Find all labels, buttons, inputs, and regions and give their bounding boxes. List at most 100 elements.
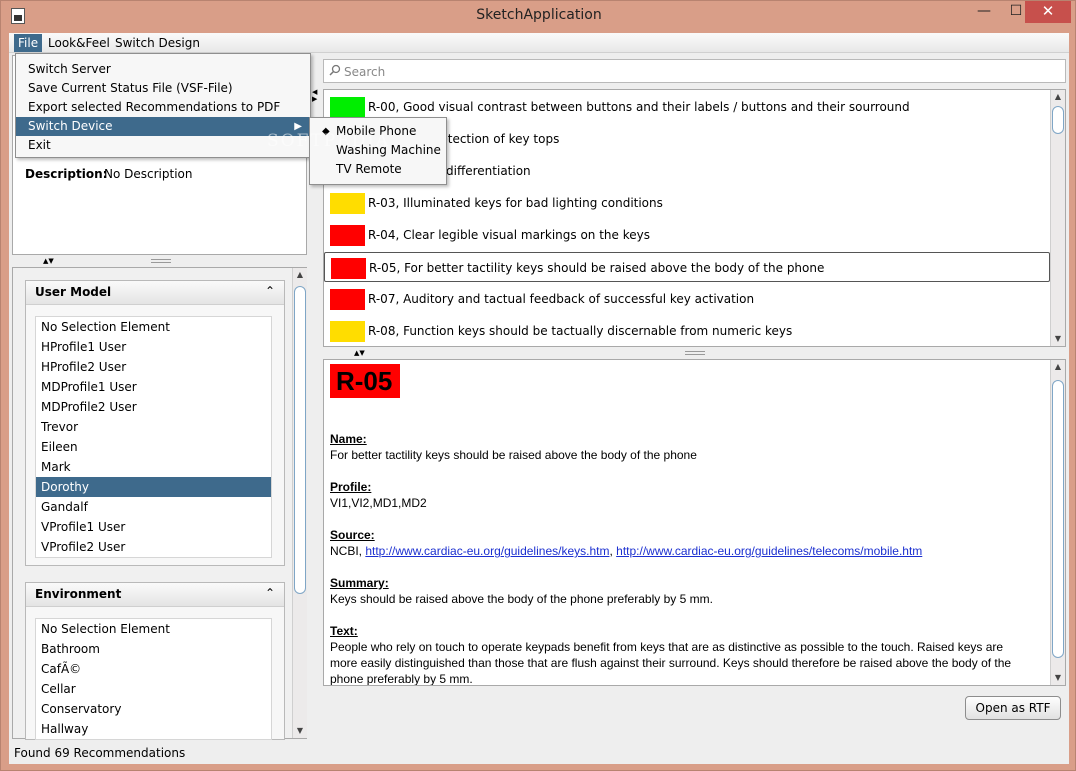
environment-header[interactable]: Environment ⌃ (26, 583, 284, 607)
close-button[interactable]: ✕ (1025, 1, 1071, 23)
left-scrollbar[interactable]: ▲ ▼ (292, 268, 307, 738)
open-rtf-button[interactable]: Open as RTF (965, 696, 1061, 720)
detail-name-label: Name: (330, 432, 367, 446)
recommendation-row[interactable]: R-03, Illuminated keys for bad lighting … (324, 188, 1050, 218)
list-item[interactable]: Dorothy (36, 477, 271, 497)
recommendation-row[interactable]: R-08, Function keys should be tactually … (324, 316, 1050, 346)
list-item[interactable]: MDProfile1 User (36, 377, 271, 397)
filter-panel: User Model ⌃ No Selection Element HProfil… (12, 267, 307, 740)
scroll-down-icon[interactable]: ▼ (1051, 671, 1065, 685)
list-item[interactable]: VProfile1 User (36, 517, 271, 537)
list-item[interactable]: HProfile1 User (36, 337, 271, 357)
list-item[interactable]: HProfile2 User (36, 357, 271, 377)
file-menu-item-label: Save Current Status File (VSF-File) (28, 81, 233, 95)
list-item[interactable]: CafÃ© (36, 659, 271, 679)
split-arrows-icon[interactable]: ▲▼ (43, 257, 54, 265)
file-menu-item[interactable]: Export selected Recommendations to PDF (16, 98, 310, 117)
description-value: No Description (104, 167, 193, 181)
device-submenu: ◆ Mobile Phone Washing Machine TV Remote (309, 117, 447, 185)
list-item[interactable]: No Selection Element (36, 317, 271, 337)
user-model-header[interactable]: User Model ⌃ (26, 281, 284, 305)
detail-text-label: Text: (330, 624, 358, 638)
detail-source: NCBI, http://www.cardiac-eu.org/guidelin… (330, 544, 923, 558)
source-link-mobile[interactable]: http://www.cardiac-eu.org/guidelines/tel… (616, 544, 922, 558)
detail-summary-label: Summary: (330, 576, 389, 590)
scroll-down-icon[interactable]: ▼ (1051, 332, 1065, 346)
file-menu-item-label: Switch Device (28, 119, 113, 133)
search-input[interactable]: Search (323, 59, 1066, 83)
file-menu-item[interactable]: Switch Server (16, 60, 310, 79)
collapse-icon[interactable]: ⌃ (265, 284, 275, 298)
recommendations-scrollbar[interactable]: ▲ ▼ (1050, 90, 1065, 346)
device-menu-item[interactable]: TV Remote (310, 160, 446, 179)
list-item[interactable]: No Selection Element (36, 619, 271, 639)
description-label: Description: (25, 167, 108, 181)
detail-summary: Keys should be raised above the body of … (330, 592, 713, 606)
detail-text-line: more easily distinguished than those tha… (330, 656, 1012, 670)
list-item[interactable]: MDProfile2 User (36, 397, 271, 417)
recommendation-label: R-07, Auditory and tactual feedback of s… (368, 292, 755, 306)
recommendation-row[interactable]: R-05, For better tactility keys should b… (324, 252, 1050, 282)
minimize-button[interactable]: — (969, 1, 999, 23)
menu-look-feel[interactable]: Look&Feel (44, 34, 114, 52)
priority-swatch (330, 321, 365, 342)
list-item[interactable]: Conservatory (36, 699, 271, 719)
split-grip-icon[interactable] (685, 351, 705, 355)
scroll-up-icon[interactable]: ▲ (1051, 360, 1065, 374)
recommendation-row[interactable]: R-07, Auditory and tactual feedback of s… (324, 284, 1050, 314)
collapse-icon[interactable]: ⌃ (265, 586, 275, 600)
detail-text-line: People who rely on touch to operate keyp… (330, 640, 1004, 654)
user-model-title: User Model (35, 285, 112, 299)
detail-panel: R-05 Name: For better tactility keys sho… (323, 359, 1066, 686)
list-item[interactable]: Bathroom (36, 639, 271, 659)
device-menu-item-label: TV Remote (336, 162, 402, 176)
recommendation-label: R-03, Illuminated keys for bad lighting … (368, 196, 663, 210)
split-left-right-icon[interactable]: ◀ ▶ (312, 89, 317, 103)
file-menu-item-label: Export selected Recommendations to PDF (28, 100, 281, 114)
scroll-thumb[interactable] (294, 286, 306, 594)
recommendation-label: R-04, Clear legible visual markings on t… (368, 228, 650, 242)
list-item[interactable]: VProfile2 User (36, 537, 271, 557)
detail-name: For better tactility keys should be rais… (330, 448, 697, 462)
title-bar: SketchApplication — ☐ ✕ (1, 1, 1076, 33)
split-grip-icon[interactable] (151, 259, 171, 263)
list-item[interactable]: Trevor (36, 417, 271, 437)
scroll-down-icon[interactable]: ▼ (293, 724, 307, 738)
priority-swatch (330, 193, 365, 214)
recommendation-label: R-00, Good visual contrast between butto… (368, 100, 910, 114)
detail-text-line: phone preferably by 5 mm. (330, 672, 473, 686)
environment-section: Environment ⌃ No Selection Element Bathro… (25, 582, 285, 740)
recommendation-row[interactable]: R-04, Clear legible visual markings on t… (324, 220, 1050, 250)
list-item[interactable]: Gandalf (36, 497, 271, 517)
detail-profile-label: Profile: (330, 480, 372, 494)
app-window: SketchApplication — ☐ ✕ File Look&Feel S… (0, 0, 1076, 771)
detail-heading: R-05 (330, 364, 401, 398)
list-item[interactable]: Eileen (36, 437, 271, 457)
priority-swatch (331, 258, 366, 279)
priority-swatch (330, 289, 365, 310)
file-menu-item[interactable]: Save Current Status File (VSF-File) (16, 79, 310, 98)
detail-scrollbar[interactable]: ▲ ▼ (1050, 360, 1065, 685)
file-menu-item-label: Exit (28, 138, 51, 152)
source-link-keys[interactable]: http://www.cardiac-eu.org/guidelines/key… (365, 544, 609, 558)
menu-file[interactable]: File (14, 34, 43, 52)
split-arrows-icon[interactable]: ▲▼ (354, 349, 365, 357)
search-placeholder: Search (344, 65, 386, 79)
user-model-list: No Selection Element HProfile1 User HProfi… (35, 316, 272, 558)
file-menu-item-label: Switch Server (28, 62, 111, 76)
file-menu-item[interactable]: Switch Device ▶ (16, 117, 310, 136)
list-item[interactable]: Cellar (36, 679, 271, 699)
scroll-thumb[interactable] (1052, 380, 1064, 658)
recommendation-label: R-08, Function keys should be tactually … (368, 324, 793, 338)
priority-swatch (330, 97, 365, 118)
menu-switch-design[interactable]: Switch Design (111, 34, 204, 52)
window-title: SketchApplication (476, 7, 602, 23)
scroll-up-icon[interactable]: ▲ (1051, 90, 1065, 104)
scroll-thumb[interactable] (1052, 106, 1064, 134)
client-area: File Look&Feel Switch Design Description… (9, 33, 1069, 764)
file-menu-item[interactable]: Exit (16, 136, 310, 155)
list-item[interactable]: Mark (36, 457, 271, 477)
detail-profile: VI1,VI2,MD1,MD2 (330, 496, 427, 510)
list-item[interactable]: Hallway (36, 719, 271, 739)
scroll-up-icon[interactable]: ▲ (293, 268, 307, 282)
